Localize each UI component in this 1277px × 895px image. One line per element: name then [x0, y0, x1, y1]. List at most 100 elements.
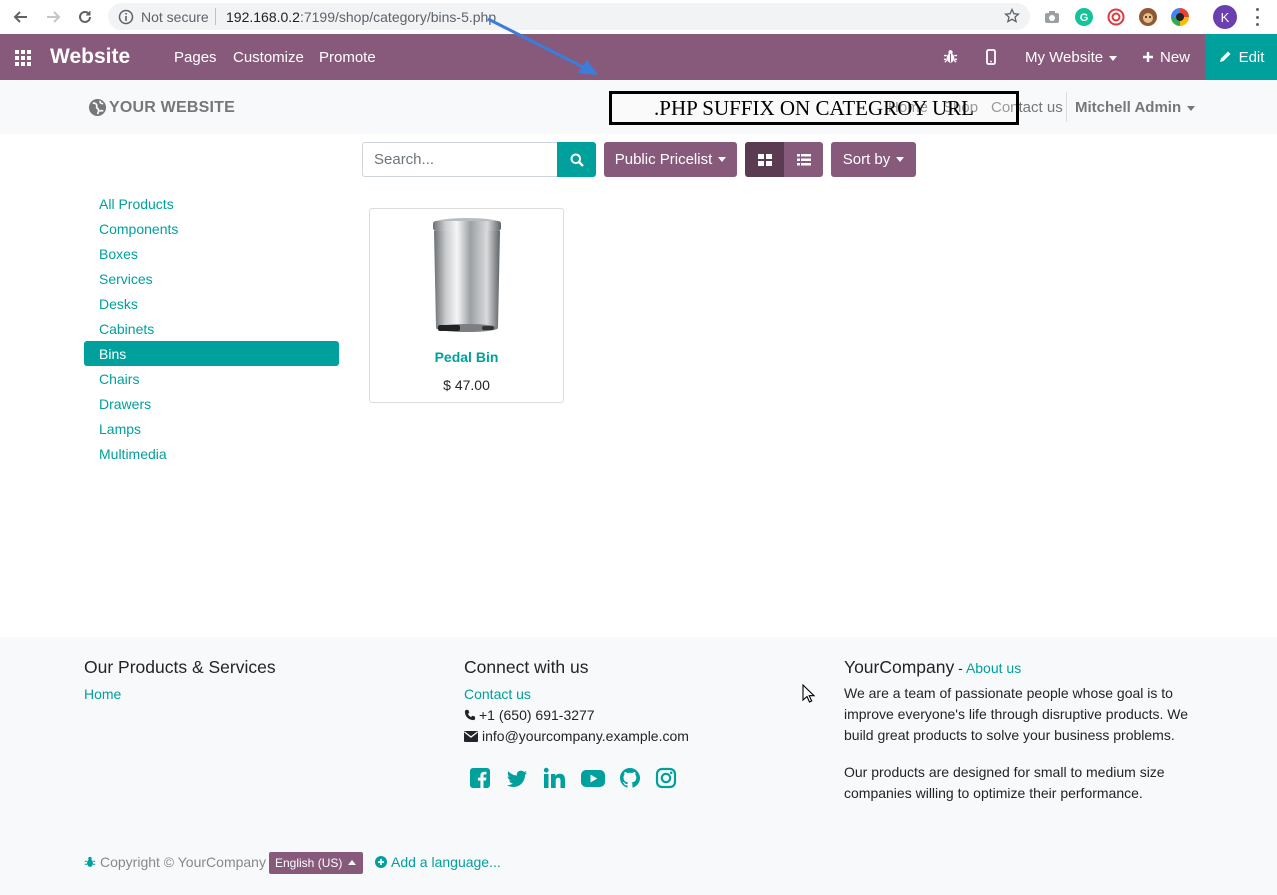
annotation-box: .PHP SUFFIX ON CATEGROY URL [609, 91, 1019, 125]
caret-down-icon [896, 157, 905, 162]
color-picker-icon[interactable] [1171, 8, 1189, 26]
footer-title-separator: - [954, 660, 966, 676]
url-host: 192.168.0.2 [226, 9, 300, 25]
url-text[interactable]: 192.168.0.2:7199/shop/category/bins-5.ph… [226, 9, 496, 25]
lastpass-icon[interactable] [1107, 8, 1125, 26]
browser-menu-icon[interactable] [1250, 8, 1264, 26]
grid-icon [757, 153, 772, 166]
footer-products-title: Our Products & Services [84, 657, 276, 677]
product-image[interactable] [430, 215, 504, 344]
bookmark-star-icon[interactable] [1003, 7, 1021, 29]
footer-about-paragraph-2: Our products are designed for small to m… [844, 764, 1165, 801]
globe-icon [88, 98, 107, 117]
footer-about-link[interactable]: About us [966, 660, 1021, 676]
app-brand[interactable]: Website [50, 45, 130, 69]
pencil-icon [1219, 51, 1231, 62]
category-lamps[interactable]: Lamps [84, 416, 339, 441]
footer-phone-text: +1 (650) 691-3277 [479, 707, 595, 723]
github-icon[interactable] [619, 767, 641, 789]
language-selector[interactable]: English (US) [269, 852, 363, 874]
envelope-icon [464, 730, 478, 742]
new-button-label: New [1160, 49, 1191, 66]
divider [215, 8, 216, 25]
footer-company-title: YourCompany - About us [844, 657, 1021, 678]
bug-icon [84, 856, 96, 867]
site-footer: Our Products & Services Home Connect wit… [0, 637, 1277, 895]
linkedin-icon[interactable] [543, 767, 565, 789]
security-label: Not secure [141, 9, 209, 25]
add-language-link[interactable]: Add a language... [375, 854, 501, 870]
search-icon [570, 153, 584, 167]
category-components[interactable]: Components [84, 216, 339, 241]
category-services[interactable]: Services [84, 266, 339, 291]
grid-view-button[interactable] [745, 142, 784, 177]
address-bar[interactable]: Not secure 192.168.0.2:7199/shop/categor… [108, 3, 1030, 30]
category-all-products[interactable]: All Products [84, 191, 339, 216]
search-button[interactable] [557, 142, 596, 177]
camera-icon[interactable] [1043, 8, 1061, 26]
new-button[interactable]: New [1142, 49, 1190, 66]
youtube-icon[interactable] [580, 767, 606, 789]
menu-customize[interactable]: Customize [233, 49, 304, 66]
forward-icon[interactable] [43, 7, 63, 27]
site-logo[interactable]: YOUR WEBSITE [88, 98, 235, 117]
odoo-navbar: Website Pages Customize Promote My Websi… [0, 34, 1277, 80]
category-bins[interactable]: Bins [84, 341, 339, 366]
category-boxes[interactable]: Boxes [84, 241, 339, 266]
menu-promote[interactable]: Promote [319, 49, 376, 66]
back-icon[interactable] [11, 7, 31, 27]
instagram-icon[interactable] [655, 767, 677, 789]
reload-icon[interactable] [75, 7, 95, 27]
site-header: YOUR WEBSITE Home Shop Contact us Mitche… [0, 80, 1277, 134]
category-drawers[interactable]: Drawers [84, 391, 339, 416]
monkey-extension-icon[interactable] [1139, 8, 1157, 26]
category-cabinets[interactable]: Cabinets [84, 316, 339, 341]
product-search-input[interactable] [362, 142, 558, 177]
product-card[interactable]: Pedal Bin $ 47.00 [369, 208, 564, 403]
facebook-icon[interactable] [469, 767, 491, 789]
sort-dropdown[interactable]: Sort by [831, 142, 916, 177]
website-switcher[interactable]: My Website [1025, 49, 1118, 66]
user-menu[interactable]: Mitchell Admin [1075, 99, 1196, 116]
category-multimedia[interactable]: Multimedia [84, 441, 339, 466]
edit-button-label: Edit [1238, 48, 1265, 66]
footer-connect-title: Connect with us [464, 657, 589, 677]
info-icon[interactable] [118, 9, 134, 30]
edit-button[interactable]: Edit [1205, 34, 1277, 80]
caret-down-icon [1109, 55, 1118, 61]
twitter-icon[interactable] [506, 767, 528, 789]
divider [1066, 92, 1067, 122]
profile-avatar[interactable]: K [1213, 5, 1237, 29]
browser-toolbar: Not secure 192.168.0.2:7199/shop/categor… [0, 0, 1277, 34]
pricelist-dropdown[interactable]: Public Pricelist [604, 142, 737, 177]
caret-down-icon [718, 157, 727, 162]
language-label: English (US) [275, 856, 343, 870]
copyright-text: Copyright © YourCompany [100, 854, 266, 870]
site-logo-text: YOUR WEBSITE [109, 98, 235, 116]
apps-grid-icon[interactable] [15, 50, 31, 66]
copyright: Copyright © YourCompany [84, 854, 266, 870]
footer-home-link[interactable]: Home [84, 686, 121, 702]
list-icon [796, 153, 811, 165]
product-price: $ 47.00 [443, 377, 490, 393]
plus-circle-icon [375, 856, 387, 868]
product-name[interactable]: Pedal Bin [370, 349, 563, 365]
grammarly-icon[interactable]: G [1075, 8, 1093, 26]
pricelist-label: Public Pricelist [614, 151, 713, 168]
mouse-cursor-icon [802, 683, 816, 709]
url-path: :7199/shop/category/bins-5.php [299, 9, 497, 25]
footer-contact-link[interactable]: Contact us [464, 686, 531, 702]
list-view-button[interactable] [784, 142, 823, 177]
menu-pages[interactable]: Pages [174, 49, 217, 66]
mobile-preview-icon[interactable] [986, 49, 996, 70]
footer-about-paragraph-1: We are a team of passionate people whose… [844, 685, 1189, 743]
plus-icon [1143, 52, 1153, 62]
caret-up-icon [348, 860, 356, 865]
svg-text:G: G [1080, 12, 1089, 24]
category-desks[interactable]: Desks [84, 291, 339, 316]
debug-bug-icon[interactable] [943, 49, 958, 69]
footer-company-name: YourCompany [844, 657, 955, 677]
user-name: Mitchell Admin [1075, 99, 1182, 116]
category-chairs[interactable]: Chairs [84, 366, 339, 391]
website-switcher-label: My Website [1025, 49, 1104, 66]
